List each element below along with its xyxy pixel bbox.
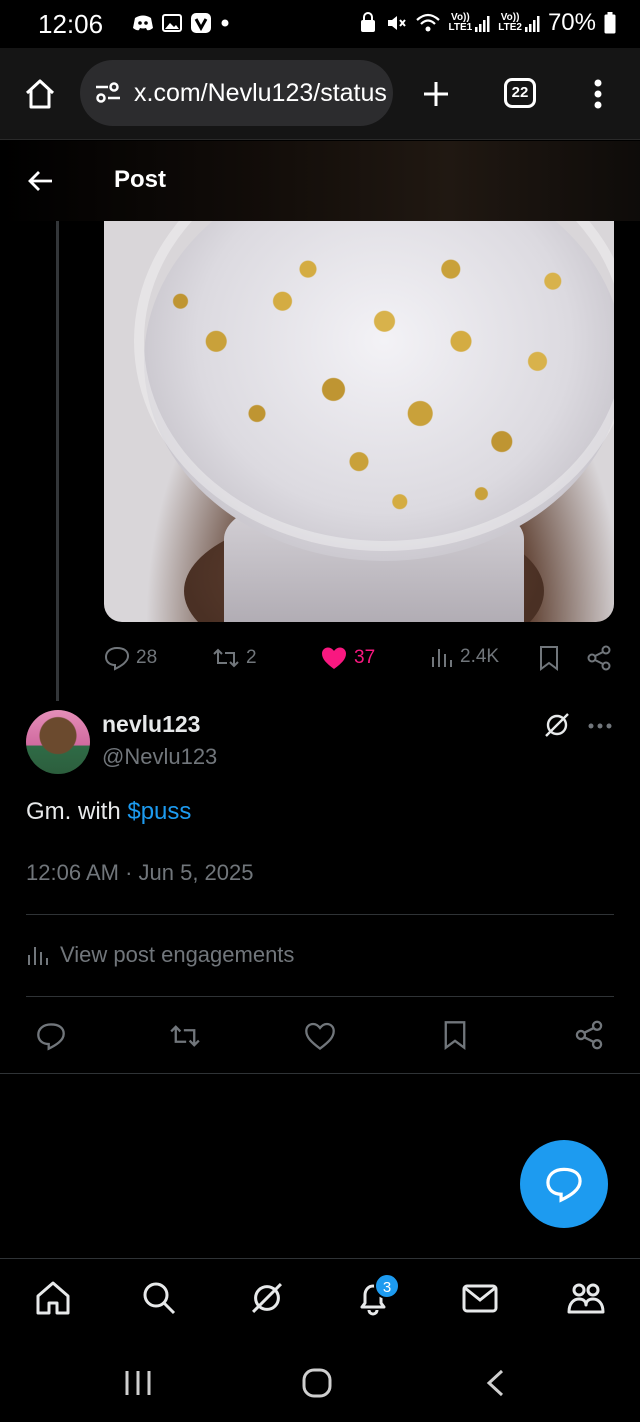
tab-switcher-button[interactable]: 22 <box>504 78 536 108</box>
home-icon <box>36 1281 70 1315</box>
repost-icon <box>170 1025 200 1047</box>
repost-button[interactable]: 2 <box>212 645 257 671</box>
back-chevron-icon <box>486 1369 504 1397</box>
post-header: Post <box>0 141 640 221</box>
home-circle-icon <box>302 1368 332 1398</box>
nav-messages[interactable] <box>460 1279 500 1317</box>
mail-icon <box>462 1284 498 1313</box>
browser-home-button[interactable] <box>24 78 56 110</box>
browser-menu-button[interactable] <box>593 79 603 109</box>
grok-icon <box>251 1282 283 1314</box>
home-system-button[interactable] <box>302 1368 332 1398</box>
nav-grok[interactable] <box>248 1279 286 1317</box>
view-count: 2.4K <box>460 646 500 667</box>
discord-icon <box>133 15 153 31</box>
url-text[interactable]: x.com/Nevlu123/status <box>134 79 387 108</box>
site-settings-icon[interactable] <box>94 82 122 104</box>
nav-search[interactable] <box>140 1279 178 1317</box>
avatar[interactable] <box>26 710 90 774</box>
views-button[interactable]: 2.4K <box>430 645 499 669</box>
nav-home[interactable] <box>34 1279 72 1317</box>
reply-button[interactable]: 28 <box>104 645 157 671</box>
mute-icon <box>387 16 406 30</box>
bookmark-icon <box>540 646 558 671</box>
lte2-indicator: Vo)) LTE2 <box>498 13 540 33</box>
more-vertical-icon <box>594 79 602 109</box>
post-reply-button[interactable] <box>36 1021 66 1051</box>
wifi-icon <box>415 13 440 32</box>
post-repost-button[interactable] <box>168 1021 202 1051</box>
signal-icon <box>524 16 540 32</box>
dot-icon <box>221 19 229 27</box>
post-bookmark-button[interactable] <box>442 1020 468 1050</box>
communities-icon <box>567 1283 605 1314</box>
reply-count: 28 <box>136 647 158 668</box>
view-engagements-label: View post engagements <box>60 942 295 967</box>
reply-plus-icon <box>546 1167 582 1203</box>
reply-icon <box>37 1023 65 1051</box>
bottom-navigation <box>0 1258 640 1342</box>
post-like-button[interactable] <box>304 1021 336 1051</box>
repost-count: 2 <box>246 647 257 668</box>
new-tab-button[interactable] <box>422 80 450 108</box>
bookmark-icon <box>444 1021 466 1050</box>
repost-icon <box>213 648 239 668</box>
heart-icon <box>305 1022 335 1051</box>
cashtag-link[interactable]: $puss <box>127 798 191 825</box>
status-notification-icons <box>132 12 230 34</box>
post-share-button[interactable] <box>574 1020 604 1050</box>
vivaldi-icon <box>191 13 211 33</box>
notification-badge: 3 <box>374 1273 400 1299</box>
post-timestamp[interactable]: 12:06 AM · Jun 5, 2025 <box>26 860 254 886</box>
image-sprinkles <box>104 221 614 622</box>
signal-icon <box>475 16 490 32</box>
status-time: 12:06 <box>38 9 104 39</box>
like-count: 37 <box>354 647 376 668</box>
gallery-icon <box>162 14 182 32</box>
arrow-left-icon <box>28 171 52 191</box>
post-text: Gm. with $puss <box>26 798 191 826</box>
grok-icon <box>545 713 569 737</box>
share-icon <box>587 645 611 671</box>
search-icon <box>143 1282 176 1315</box>
thread-line <box>56 221 59 701</box>
analytics-icon <box>432 649 452 667</box>
view-engagements-link[interactable]: View post engagements <box>26 942 294 968</box>
system-navigation <box>0 1342 640 1422</box>
recent-apps-button[interactable] <box>124 1370 152 1396</box>
back-system-button[interactable] <box>484 1368 506 1398</box>
divider <box>0 1073 640 1074</box>
page-title: Post <box>114 166 167 193</box>
analytics-icon <box>28 947 48 965</box>
share-button[interactable] <box>586 645 612 671</box>
display-name[interactable]: nevlu123 <box>102 711 200 738</box>
divider <box>26 914 614 915</box>
post-text-body: Gm. with <box>26 798 128 825</box>
battery-icon <box>604 12 616 34</box>
lte1-indicator: Vo)) LTE1 <box>449 13 491 33</box>
more-horizontal-icon <box>588 723 612 729</box>
nav-communities[interactable] <box>566 1279 606 1317</box>
like-button[interactable]: 37 <box>320 645 375 671</box>
home-outline-icon <box>25 79 55 109</box>
user-handle[interactable]: @Nevlu123 <box>102 744 217 770</box>
battery-percent: 70% <box>547 9 596 36</box>
alarm-lock-icon <box>360 12 375 32</box>
status-bar: 12:06 Vo)) LTE1 Vo)) LTE2 70% <box>0 0 640 48</box>
share-icon <box>575 1020 603 1050</box>
bookmark-button[interactable] <box>538 645 560 671</box>
divider <box>26 996 614 997</box>
plus-icon <box>424 82 448 106</box>
reply-icon <box>104 646 130 671</box>
compose-reply-fab[interactable] <box>520 1140 608 1228</box>
url-bar[interactable]: x.com/Nevlu123/status <box>80 60 393 126</box>
heart-filled-icon <box>322 647 346 669</box>
back-button[interactable] <box>26 167 54 195</box>
grok-button[interactable] <box>542 710 572 740</box>
browser-toolbar: x.com/Nevlu123/status 22 <box>0 48 640 140</box>
post-image[interactable] <box>104 221 614 622</box>
post-more-button[interactable] <box>588 722 612 730</box>
recents-icon <box>125 1371 151 1395</box>
